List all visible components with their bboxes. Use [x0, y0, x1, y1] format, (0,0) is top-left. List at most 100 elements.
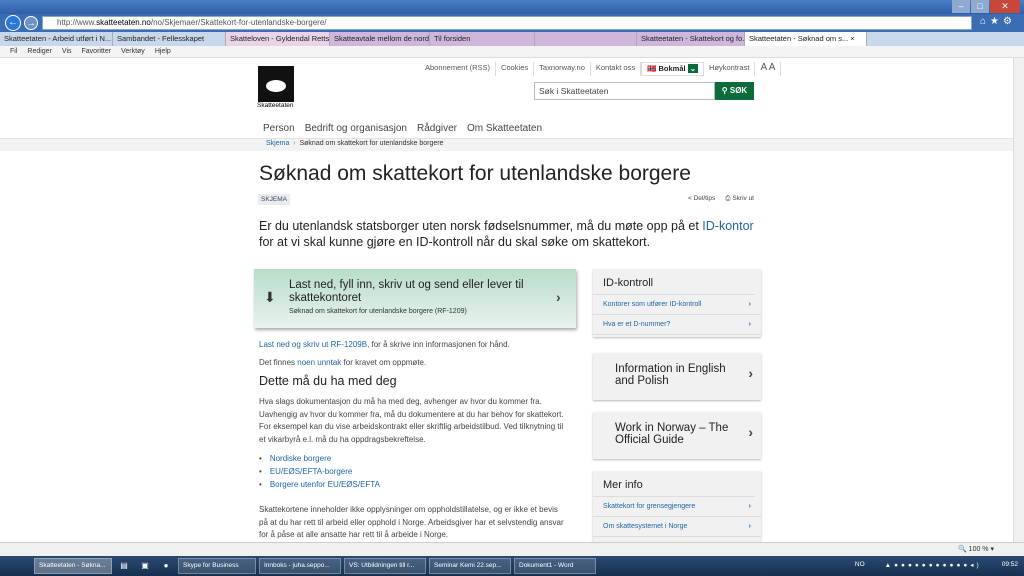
chevron-right-icon: ›: [556, 289, 561, 305]
zoom-level[interactable]: 🔍 100 % ▾: [958, 543, 994, 556]
print-label: Skriv ut: [732, 195, 754, 202]
address-bar[interactable]: http://www.skatteetaten.no/no/Skjemaer/S…: [42, 16, 972, 30]
tab[interactable]: Skatteetaten - Skattekort og fo...: [637, 32, 745, 46]
nordic-link[interactable]: Nordiske borgere: [270, 454, 331, 463]
main-nav: Person Bedrift og organisasjon Rådgiver …: [263, 123, 542, 134]
explorer-icon[interactable]: ▤: [115, 558, 133, 574]
download-form-button[interactable]: ⬇ Last ned, fyll inn, skriv ut og send e…: [254, 269, 576, 328]
link-contact[interactable]: Kontakt oss: [591, 62, 642, 76]
search-input[interactable]: Søk i Skatteetaten: [534, 82, 715, 100]
font-size-toggle[interactable]: A A: [755, 62, 782, 76]
chevron-right-icon: ›: [748, 301, 751, 308]
list-item: EU/EØS/EFTA-borgere: [259, 465, 569, 478]
close-button[interactable]: ✕: [990, 0, 1020, 13]
tab[interactable]: Skatteavtale mellom de nordis...: [330, 32, 430, 46]
skatteetaten-logo[interactable]: [258, 66, 294, 102]
more-info-panel: Mer info Skattekort for grensegjengere › …: [593, 471, 761, 542]
paragraph-residence: Skattekortene inneholder ikke opplysning…: [259, 505, 564, 539]
menu-help[interactable]: Hjelp: [155, 46, 171, 57]
english-polish-button[interactable]: Information in English and Polish ›: [593, 353, 761, 400]
menu-favorites[interactable]: Favoritter: [82, 46, 112, 57]
tray-icons[interactable]: ▲●●●●●●●●●●●◂): [885, 561, 982, 569]
taskbar-item[interactable]: Innboks - juha.seppo...: [259, 558, 341, 574]
id-office-link[interactable]: ID-kontor: [702, 219, 753, 233]
language-select[interactable]: 🇳🇴 Bokmål ⌄: [641, 62, 704, 76]
work-in-norway-button[interactable]: Work in Norway – The Official Guide ›: [593, 412, 761, 459]
taskbar-item[interactable]: Dokument1 - Word: [514, 558, 596, 574]
nav-about[interactable]: Om Skatteetaten: [467, 123, 542, 134]
citizen-list: Nordiske borgere EU/EØS/EFTA-borgere Bor…: [259, 452, 569, 491]
p2-after: for kravet om oppmøte.: [341, 358, 427, 367]
link-rss[interactable]: Abonnement (RSS): [420, 62, 497, 76]
nav-advisor[interactable]: Rådgiver: [417, 123, 457, 134]
search-icon: ⚲: [721, 86, 730, 95]
tab-active[interactable]: Skatteetaten - Søknad om s... ×: [745, 32, 867, 46]
search-button-label: SØK: [729, 86, 748, 95]
zoom-value: 100 %: [968, 546, 989, 553]
link-taxnorway[interactable]: Taxnorway.no: [534, 62, 591, 76]
download-icon: ⬇: [264, 289, 276, 305]
panel-label: Information in English and Polish: [615, 363, 726, 387]
panel-link[interactable]: Kontorer som utfører ID-kontroll ›: [593, 295, 761, 315]
back-button[interactable]: ←: [5, 15, 21, 31]
language-indicator[interactable]: NO: [855, 561, 865, 569]
menu-view[interactable]: Vis: [62, 46, 72, 57]
id-control-panel: ID-kontroll Kontorer som utfører ID-kont…: [593, 269, 761, 337]
panel-link[interactable]: Hva er et D-nummer? ›: [593, 315, 761, 335]
tab[interactable]: Skatteetaten - Arbeid utført i N...: [0, 32, 113, 46]
minimize-button[interactable]: –: [952, 0, 970, 13]
link-label: Om skattesystemet i Norge: [603, 523, 688, 530]
share-button[interactable]: < Del/tips: [688, 195, 715, 203]
tab[interactable]: Sambandet - Fellesskapet: [113, 32, 226, 46]
tab[interactable]: Til forsiden: [430, 32, 535, 46]
chevron-right-icon: ›: [748, 503, 751, 510]
menu-tools[interactable]: Verktøy: [121, 46, 145, 57]
tab[interactable]: Skatteloven - Gyldendal Rettsd...: [226, 32, 330, 46]
search-button[interactable]: ⚲ SØK: [715, 82, 754, 100]
taskbar-item[interactable]: Skatteetaten - Søkna...: [34, 558, 112, 574]
link-label: Kontorer som utfører ID-kontroll: [603, 301, 702, 308]
panel-link[interactable]: Om skattesystemet i Norge ›: [593, 517, 761, 537]
panel-title: ID-kontroll: [593, 269, 755, 295]
panel-label: Work in Norway – The Official Guide: [615, 422, 729, 446]
menu-edit[interactable]: Rediger: [27, 46, 52, 57]
eu-eos-efta-link[interactable]: EU/EØS/EFTA-borgere: [270, 467, 353, 476]
panel-link[interactable]: Skattekort for grensegjengere ›: [593, 497, 761, 517]
scrollbar[interactable]: [1013, 58, 1024, 542]
list-item: Borgere utenfor EU/EØS/EFTA: [259, 478, 569, 491]
logo-text: Skatteetaten: [257, 102, 294, 109]
chevron-right-icon: ›: [748, 424, 753, 440]
paragraph-exceptions: Det finnes noen unntak for kravet om opp…: [259, 357, 569, 370]
list-item: Nordiske borgere: [259, 452, 569, 465]
tab-bar: Skatteetaten - Arbeid utført i N... Samb…: [0, 32, 1024, 46]
chevron-right-icon: ›: [748, 523, 751, 530]
print-button[interactable]: ⎙ Skriv ut: [725, 195, 754, 203]
outside-eu-link[interactable]: Borgere utenfor EU/EØS/EFTA: [270, 480, 380, 489]
window-title-bar: – □ ✕: [0, 0, 1024, 14]
form-badge: SKJEMA: [258, 194, 291, 205]
rf-1209b-link[interactable]: Last ned og skriv ut RF-1209B: [259, 340, 367, 349]
link-label: Skattekort for grensegjengere: [603, 503, 696, 510]
taskbar-item[interactable]: Skype for Business: [178, 558, 256, 574]
menu-file[interactable]: Fil: [10, 46, 17, 57]
home-star-gear-icons[interactable]: ⌂★⚙: [980, 16, 1016, 27]
breadcrumb-parent[interactable]: Skjema: [266, 140, 289, 147]
tab[interactable]: [535, 32, 637, 46]
menu-bar: Fil Rediger Vis Favoritter Verktøy Hjelp: [0, 46, 1024, 58]
media-icon[interactable]: ▣: [136, 558, 154, 574]
link-cookies[interactable]: Cookies: [496, 62, 535, 76]
chrome-icon[interactable]: ●: [157, 558, 175, 574]
link-high-contrast[interactable]: Høykontrast: [704, 62, 756, 76]
forward-button[interactable]: →: [24, 16, 38, 30]
taskbar-item[interactable]: Seminar Kemi 22.sep...: [429, 558, 511, 574]
taskbar-item[interactable]: VS: Utbildningen till r...: [344, 558, 426, 574]
clock[interactable]: 09:52: [1002, 561, 1018, 569]
nav-person[interactable]: Person: [263, 123, 295, 134]
paragraph-download-b: Last ned og skriv ut RF-1209B, for å skr…: [259, 339, 579, 352]
maximize-button[interactable]: □: [971, 0, 989, 13]
nav-business[interactable]: Bedrift og organisasjon: [305, 123, 407, 134]
system-tray: NO ▲●●●●●●●●●●●◂) 09:52: [855, 561, 1018, 569]
top-links: Abonnement (RSS) Cookies Taxnorway.no Ko…: [420, 62, 782, 76]
exceptions-link[interactable]: noen unntak: [297, 358, 341, 367]
breadcrumb-current: Søknad om skattekort for utenlandske bor…: [299, 140, 444, 147]
